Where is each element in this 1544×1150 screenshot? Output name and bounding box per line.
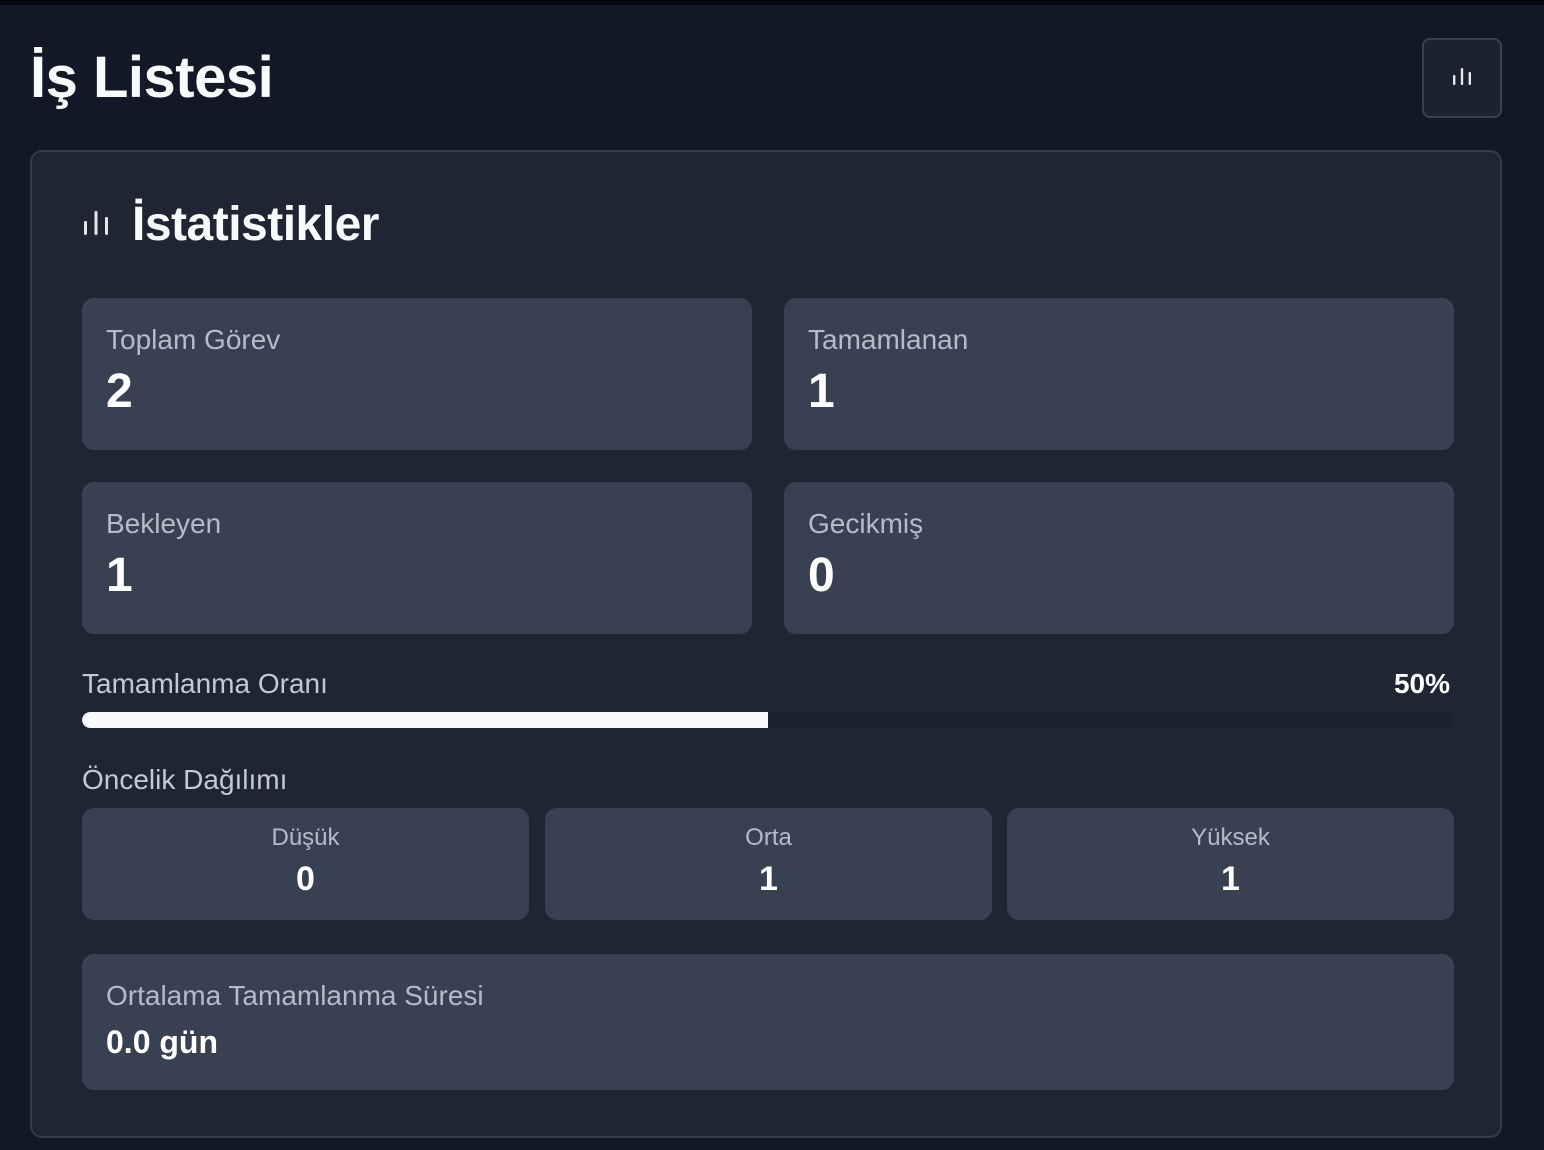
stat-label: Toplam Görev <box>106 324 281 355</box>
stat-value: 1 <box>106 549 133 602</box>
page-title: İş Listesi <box>30 45 274 110</box>
priority-label: Düşük <box>271 824 340 851</box>
average-completion-value: 0.0 gün <box>106 1024 219 1060</box>
priority-tile-low: Düşük 0 <box>82 808 529 920</box>
priority-value: 0 <box>296 860 315 898</box>
stat-label: Tamamlanan <box>808 324 969 355</box>
statistics-title: İstatistikler <box>132 197 379 251</box>
stat-tile-completed: Tamamlanan 1 <box>784 298 1454 450</box>
bar-chart-icon <box>82 207 110 242</box>
priority-tile-high: Yüksek 1 <box>1007 808 1454 920</box>
bar-chart-icon <box>1451 65 1473 92</box>
statistics-toggle-button[interactable] <box>1422 38 1502 118</box>
stat-tile-overdue: Gecikmiş 0 <box>784 482 1454 634</box>
completion-progress-bar <box>82 712 1454 728</box>
priority-label: Yüksek <box>1191 824 1270 851</box>
stat-label: Bekleyen <box>106 508 222 539</box>
priority-distribution-heading: Öncelik Dağılımı <box>82 764 288 795</box>
stat-label: Gecikmiş <box>808 508 924 539</box>
average-completion-tile: Ortalama Tamamlanma Süresi 0.0 gün <box>82 954 1454 1090</box>
statistics-panel: İstatistikler Toplam Görev 2 Tamamlanan … <box>30 150 1502 1138</box>
priority-label: Orta <box>745 824 792 851</box>
stat-value: 1 <box>808 365 835 418</box>
priority-value: 1 <box>759 860 778 898</box>
stat-value: 2 <box>106 365 133 418</box>
average-completion-label: Ortalama Tamamlanma Süresi <box>106 980 484 1011</box>
completion-rate-label: Tamamlanma Oranı <box>82 668 328 699</box>
stat-tile-pending: Bekleyen 1 <box>82 482 752 634</box>
completion-progress-fill <box>82 712 768 728</box>
completion-rate-percent: 50% <box>1393 668 1450 699</box>
priority-value: 1 <box>1221 860 1240 898</box>
priority-tile-medium: Orta 1 <box>545 808 992 920</box>
stat-value: 0 <box>808 549 835 602</box>
window-top-bar <box>0 0 1544 5</box>
stat-tile-total: Toplam Görev 2 <box>82 298 752 450</box>
statistics-header: İstatistikler <box>82 192 379 256</box>
